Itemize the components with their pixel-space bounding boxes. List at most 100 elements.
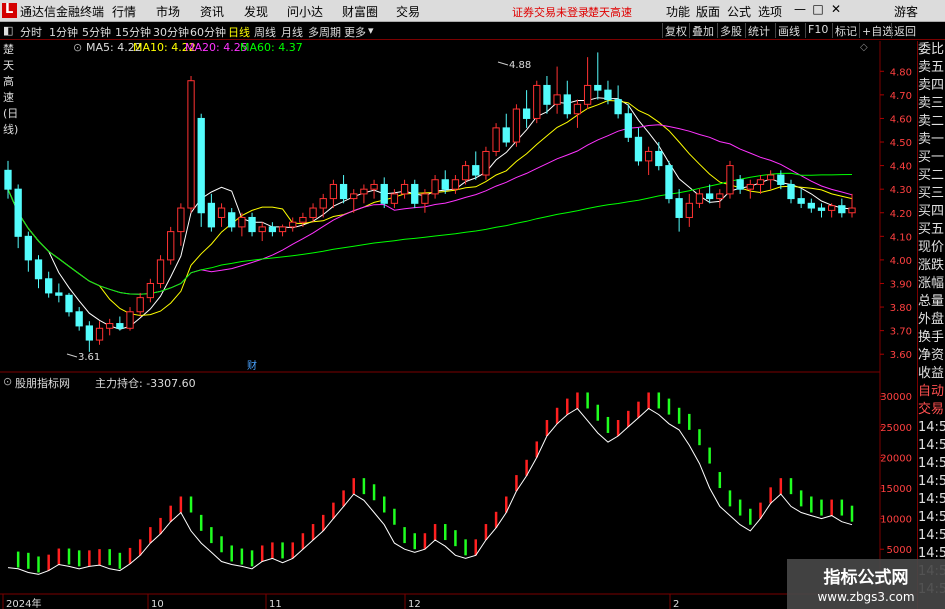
- period-tab-monthly[interactable]: 月线: [281, 24, 303, 40]
- menu-item-ask[interactable]: 问小达: [287, 3, 323, 20]
- guest-label[interactable]: 游客: [894, 3, 918, 20]
- candle-body: [807, 202, 815, 209]
- period-toolbar: ◧ 分时 1分钟 5分钟 15分钟 30分钟 60分钟 日线 周线 月线 多周期…: [0, 22, 945, 40]
- sidebar-item[interactable]: 卖二: [918, 113, 945, 131]
- sidebar-item[interactable]: 现价: [918, 239, 945, 257]
- sidebar-item[interactable]: 14:56: [918, 473, 945, 491]
- f10-button[interactable]: F10: [805, 23, 830, 38]
- candle-body: [136, 297, 144, 313]
- candle-body: [766, 174, 775, 181]
- period-tab-15min[interactable]: 15分钟: [115, 24, 151, 40]
- sidebar-item[interactable]: 涨跌: [918, 257, 945, 275]
- ma-line-ma10: [7, 99, 853, 317]
- menu-item-discover[interactable]: 发现: [244, 3, 268, 20]
- candle-body: [258, 226, 266, 233]
- price-tick-label: 4.80: [890, 67, 912, 78]
- menu-item-options[interactable]: 选项: [758, 3, 782, 20]
- candle-body: [746, 183, 754, 190]
- sidebar-item[interactable]: 自动: [918, 383, 945, 401]
- menu-item-market[interactable]: 市场: [156, 3, 180, 20]
- candle-body: [756, 179, 765, 185]
- candle-body: [441, 179, 449, 190]
- candle-body: [695, 193, 704, 204]
- kline-chart[interactable]: 4.80 4.70 4.60 4.50 4.40 4.30 4.20 4.10 4.00 3.90…: [0, 41, 917, 609]
- sidebar-item[interactable]: 卖五: [918, 59, 945, 77]
- sidebar-item[interactable]: 买三: [918, 185, 945, 203]
- candle-body: [522, 108, 531, 119]
- candle-body: [461, 165, 470, 181]
- period-tab-60min[interactable]: 60分钟: [190, 24, 226, 40]
- period-tab-5min[interactable]: 5分钟: [82, 24, 111, 40]
- period-tab-30min[interactable]: 30分钟: [153, 24, 189, 40]
- minimize-button[interactable]: —: [792, 2, 808, 19]
- menu-item-formula[interactable]: 公式: [727, 3, 751, 20]
- candle-body: [390, 193, 399, 204]
- menu-item-function[interactable]: 功能: [666, 3, 690, 20]
- sidebar-item[interactable]: 涨幅: [918, 275, 945, 293]
- period-tab-1min[interactable]: 1分钟: [49, 24, 78, 40]
- period-tab-multi[interactable]: 多周期: [308, 24, 341, 40]
- sidebar-item[interactable]: 14:56: [918, 437, 945, 455]
- trade-login-warning[interactable]: 证券交易未登录: [512, 4, 589, 20]
- price-tick-label: 4.40: [890, 162, 912, 173]
- mark-button[interactable]: 标记: [832, 23, 859, 38]
- overlay-button[interactable]: 叠加: [689, 23, 716, 38]
- back-button[interactable]: 返回: [891, 23, 918, 38]
- sidebar-item[interactable]: 外盘: [918, 311, 945, 329]
- menu-item-trade[interactable]: 交易: [396, 3, 420, 20]
- candle-body: [482, 150, 490, 176]
- sidebar-item[interactable]: 委比: [918, 41, 945, 59]
- sidebar-item[interactable]: 买一: [918, 149, 945, 167]
- sidebar-item[interactable]: 总量: [918, 293, 945, 311]
- multi-stock-button[interactable]: 多股: [717, 23, 744, 38]
- period-tab-weekly[interactable]: 周线: [254, 24, 276, 40]
- sidebar-item[interactable]: 买五: [918, 221, 945, 239]
- close-button[interactable]: ✕: [828, 2, 844, 19]
- candle-body: [370, 183, 378, 190]
- stats-button[interactable]: 统计: [745, 23, 772, 38]
- high-price-marker: 4.88: [497, 60, 531, 71]
- candle-body: [197, 117, 205, 214]
- maximize-button[interactable]: □: [810, 2, 826, 19]
- sidebar-item[interactable]: 卖四: [918, 77, 945, 95]
- adjust-button[interactable]: 复权: [662, 23, 689, 38]
- draw-line-button[interactable]: 画线: [775, 23, 802, 38]
- indicator-line: [7, 407, 853, 575]
- sidebar-item[interactable]: 换手: [918, 329, 945, 347]
- menu-item-quotes[interactable]: 行情: [112, 3, 136, 20]
- sidebar-item[interactable]: 14:56: [918, 455, 945, 473]
- sidebar-item[interactable]: 收益: [918, 365, 945, 383]
- chart-settings-icon[interactable]: ◇: [860, 42, 868, 53]
- sidebar-item[interactable]: 净资: [918, 347, 945, 365]
- period-tab-daily[interactable]: 日线: [228, 24, 250, 40]
- sidebar-item[interactable]: 卖一: [918, 131, 945, 149]
- toolbar-toggle-icon[interactable]: ◧: [3, 24, 13, 37]
- candle-body: [34, 259, 43, 280]
- add-watchlist-button[interactable]: +自选: [859, 23, 895, 38]
- sidebar-item[interactable]: 14:56: [918, 509, 945, 527]
- sidebar-item[interactable]: 卖三: [918, 95, 945, 113]
- candle-body: [705, 193, 714, 200]
- price-tick-label: 4.60: [890, 114, 912, 125]
- event-marker[interactable]: 财: [247, 359, 257, 372]
- sidebar-item[interactable]: 买四: [918, 203, 945, 221]
- period-tab-intraday[interactable]: 分时: [20, 24, 42, 40]
- period-tab-more[interactable]: 更多: [344, 24, 366, 40]
- candle-body: [146, 282, 155, 299]
- sidebar-item[interactable]: 14:56: [918, 419, 945, 437]
- sidebar-item[interactable]: 14:56: [918, 527, 945, 545]
- menu-item-news[interactable]: 资讯: [200, 3, 224, 20]
- sidebar-item[interactable]: 14:56: [918, 491, 945, 509]
- candle-body: [268, 226, 277, 233]
- indicator-tick-label: 5000: [887, 545, 912, 556]
- date-tick-label: 2024年: [6, 597, 41, 609]
- sidebar-item[interactable]: 交易: [918, 401, 945, 419]
- candle-body: [55, 292, 63, 296]
- candle-body: [716, 193, 724, 200]
- indicator-tick-label: 10000: [880, 515, 912, 526]
- candle-body: [675, 198, 683, 218]
- menu-item-wealth[interactable]: 财富圈: [342, 3, 378, 20]
- chevron-down-icon[interactable]: ▾: [368, 24, 374, 37]
- sidebar-item[interactable]: 买二: [918, 167, 945, 185]
- menu-item-layout[interactable]: 版面: [696, 3, 720, 20]
